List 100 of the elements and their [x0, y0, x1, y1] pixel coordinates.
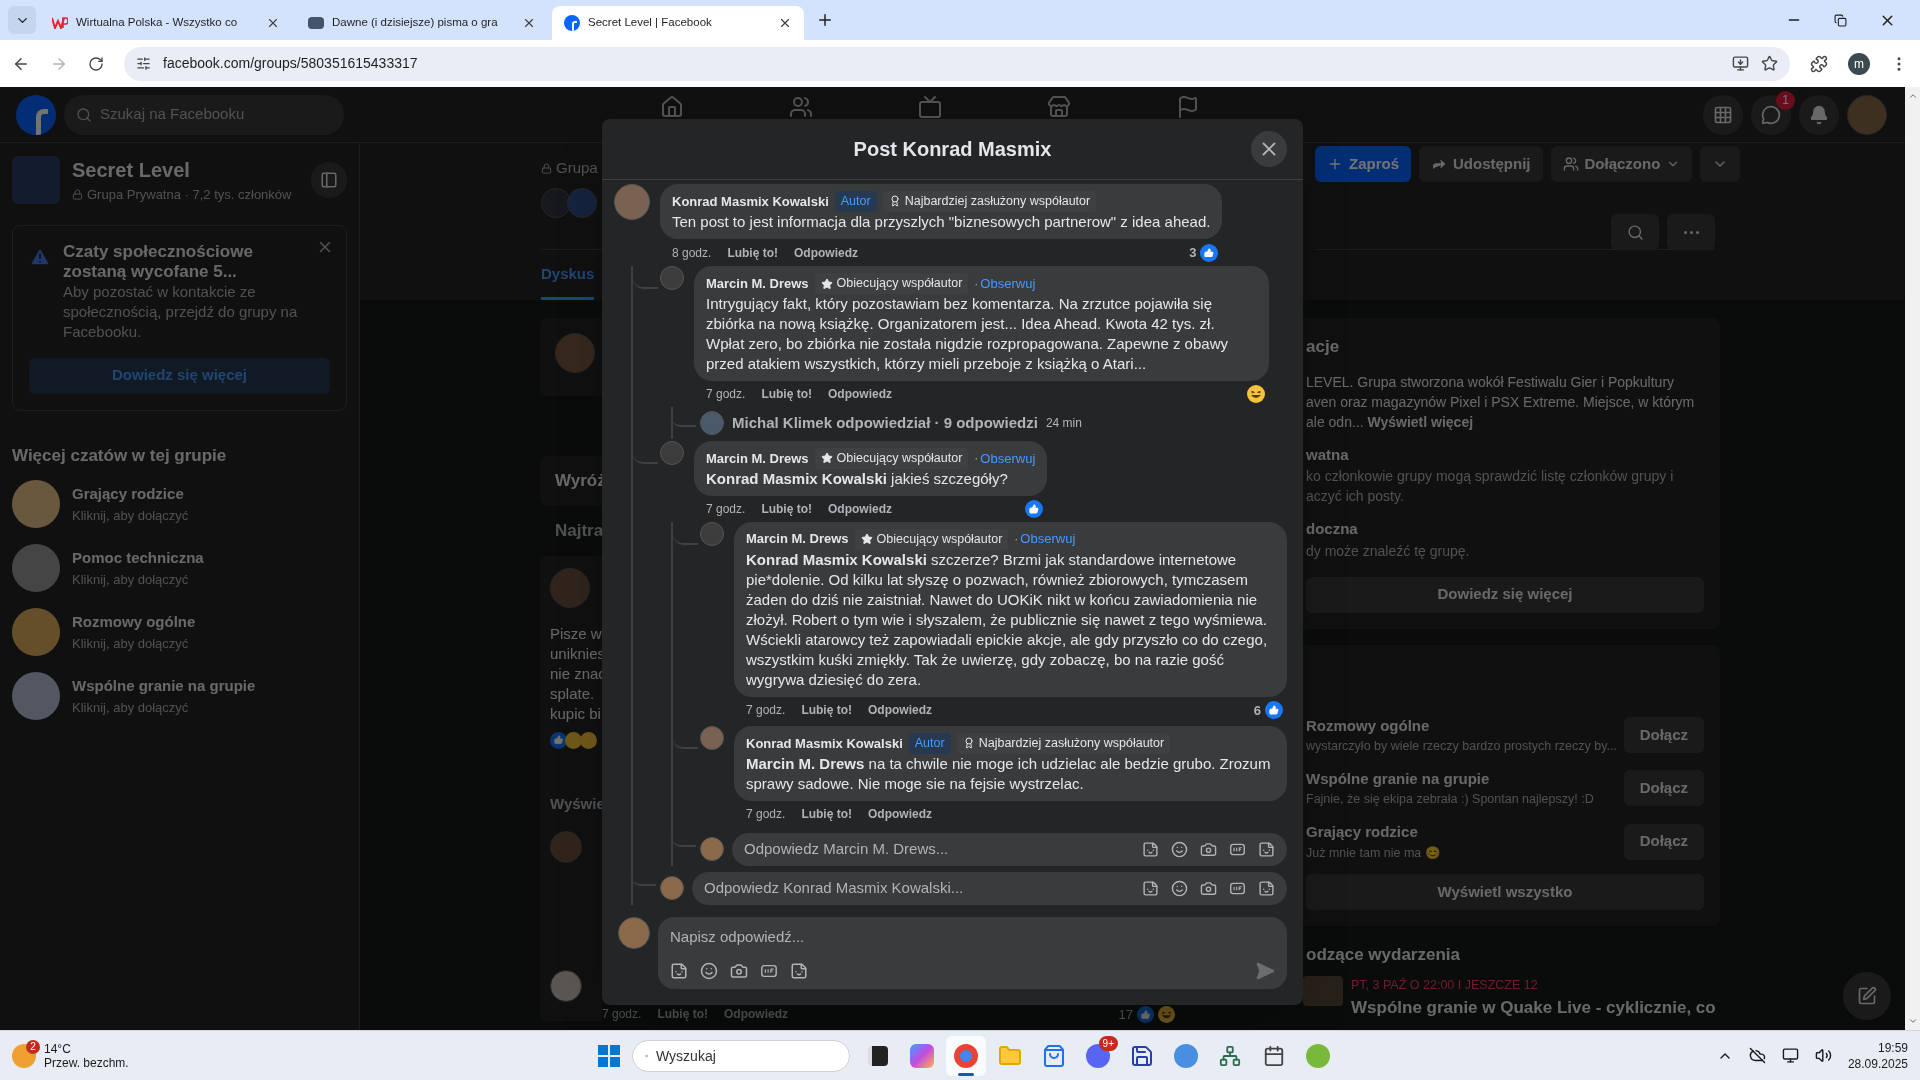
apps-menu-button[interactable]	[1703, 94, 1743, 135]
network-icon[interactable]	[1219, 1045, 1241, 1067]
search-box[interactable]: Wyszukaj	[632, 1040, 850, 1072]
join-button[interactable]: Dołącz	[1623, 770, 1704, 807]
profile-button[interactable]: m	[1848, 52, 1870, 75]
comment-author[interactable]: Marcin M. Drews	[706, 273, 809, 294]
reply-box[interactable]: Odpowiedz Marcin M. Drews...	[732, 832, 1287, 866]
windows-logo-icon[interactable]	[598, 1045, 620, 1067]
join-button[interactable]: Dołącz	[1623, 823, 1704, 860]
facebook-logo-icon[interactable]	[16, 94, 56, 135]
camera-icon[interactable]	[1200, 879, 1217, 897]
sticker-icon[interactable]	[790, 961, 808, 980]
restore-icon[interactable]	[1834, 13, 1847, 27]
collapse-sidebar-button[interactable]	[311, 161, 347, 198]
terminal-icon[interactable]	[868, 1046, 888, 1066]
like-link[interactable]: Lubię to!	[761, 385, 813, 403]
avatar-sticker-icon[interactable]	[670, 961, 688, 980]
store-bag-icon[interactable]	[1042, 1044, 1066, 1068]
join-button[interactable]: Dołącz	[1623, 717, 1704, 754]
volume-icon[interactable]	[1814, 1047, 1832, 1064]
browser-icon[interactable]	[954, 1044, 978, 1068]
reply-link[interactable]: Odpowiedz	[868, 804, 933, 823]
like-link[interactable]: Lubię to!	[801, 701, 853, 720]
taskbar-search-field[interactable]: Wyszukaj	[656, 1045, 837, 1067]
chat-item[interactable]: Rozmowy ogólne Kliknij, aby dołączyć	[12, 608, 347, 656]
comment-time[interactable]: 7 godz.	[602, 1005, 642, 1024]
group-action-button[interactable]: Dołączono	[1550, 146, 1693, 182]
group-action-button[interactable]: Zaproś	[1315, 146, 1411, 182]
extensions-icon[interactable]	[1810, 54, 1828, 73]
sort-label[interactable]: Najtra	[540, 518, 602, 544]
follow-link[interactable]: Obserwuj	[1020, 529, 1076, 549]
close-tab-icon[interactable]	[266, 16, 280, 30]
avatar-sticker-icon[interactable]	[1142, 840, 1159, 858]
browser-tab[interactable]: Wirtualna Polska - Wszystko co	[40, 6, 292, 40]
install-icon[interactable]	[1732, 55, 1749, 72]
reload-icon[interactable]	[88, 55, 104, 72]
like-link[interactable]: Lubię to!	[761, 499, 813, 518]
round-app-icon[interactable]	[1174, 1044, 1198, 1068]
reply-link[interactable]: Odpowiedz	[828, 499, 893, 518]
sticker-icon[interactable]	[1258, 840, 1275, 858]
reply-field[interactable]: Odpowiedz Konrad Masmix Kowalski...	[704, 877, 1130, 900]
close-tab-icon[interactable]	[522, 16, 536, 30]
display-icon[interactable]	[1781, 1047, 1799, 1064]
like-link[interactable]: Lubię to!	[801, 804, 853, 823]
chat-item[interactable]: Grający rodzice Kliknij, aby dołączyć	[12, 480, 347, 528]
address-bar[interactable]: facebook.com/groups/580351615433317	[124, 46, 1790, 81]
search-box[interactable]: Szukaj na Facebooku	[64, 94, 344, 135]
follow-link[interactable]: Obserwuj	[980, 273, 1036, 294]
replies-summary-link[interactable]: Michal Klimek odpowiedział · 9 odpowiedzi	[732, 411, 1038, 435]
browser-tab[interactable]: Dawne (i dzisiejsze) pisma o gra	[296, 6, 548, 40]
show-all-button[interactable]: Wyświetl wszystko	[1306, 874, 1704, 911]
new-message-button[interactable]	[1843, 972, 1891, 1020]
close-button[interactable]	[1251, 131, 1287, 167]
show-more-link[interactable]: Wyświe	[550, 792, 602, 815]
reply-link[interactable]: Odpowiedz	[794, 243, 859, 262]
comment-composer[interactable]: Napisz odpowiedź...	[670, 925, 1275, 949]
reply-link[interactable]: Odpowiedz	[828, 385, 893, 403]
chat-name[interactable]: Rozmowy ogólne	[1306, 714, 1624, 737]
comment-author[interactable]: Marcin M. Drews	[746, 529, 849, 549]
search-button[interactable]	[1611, 214, 1659, 250]
like-link[interactable]: Lubię to!	[657, 1005, 709, 1024]
search-field[interactable]: Szukaj na Facebooku	[100, 103, 332, 126]
reply-link[interactable]: Odpowiedz	[868, 701, 933, 720]
reply-box[interactable]: Odpowiedz Konrad Masmix Kowalski...	[692, 871, 1287, 905]
notifications-button[interactable]	[1799, 94, 1839, 135]
event-title[interactable]: Wspólne granie w Quake Live - cyklicznie, co	[1351, 994, 1716, 1020]
learn-more-button[interactable]: Dowiedz się więcej	[1306, 576, 1704, 613]
avatar-sticker-icon[interactable]	[1142, 879, 1159, 897]
comment-author[interactable]: Konrad Masmix Kowalski	[672, 191, 829, 212]
scroll-down-icon[interactable]	[1907, 1016, 1918, 1026]
emoji-icon[interactable]	[700, 961, 718, 980]
emoji-icon[interactable]	[1171, 840, 1188, 858]
close-tab-icon[interactable]	[778, 16, 792, 30]
chat-name[interactable]: Wspólne granie na grupie	[1306, 767, 1624, 791]
group-action-button[interactable]: Udostępnij	[1419, 146, 1543, 182]
clock[interactable]: 19:59 28.09.2025	[1847, 1039, 1908, 1072]
site-info-icon[interactable]	[136, 56, 151, 71]
follow-link[interactable]: Obserwuj	[980, 448, 1036, 469]
calendar-icon[interactable]	[1263, 1045, 1285, 1067]
swirl-app-icon[interactable]	[910, 1044, 934, 1068]
new-tab-icon[interactable]	[816, 11, 834, 29]
composer-box[interactable]: Napisz odpowiedź...	[658, 916, 1287, 989]
scroll-up-icon[interactable]	[1907, 91, 1918, 101]
comment-time[interactable]: 7 godz.	[706, 499, 746, 518]
like-link[interactable]: Lubię to!	[727, 243, 779, 262]
sticker-icon[interactable]	[1258, 879, 1275, 897]
chat-item[interactable]: Wspólne granie na grupie Kliknij, aby dołączyć	[12, 672, 347, 720]
camera-icon[interactable]	[1200, 840, 1217, 858]
chat-item[interactable]: Pomoc techniczna Kliknij, aby dołączyć	[12, 544, 347, 592]
camera-icon[interactable]	[730, 961, 748, 980]
comment-time[interactable]: 7 godz.	[706, 385, 746, 403]
group-name[interactable]: Secret Level	[72, 155, 299, 185]
comment-time[interactable]: 8 godz.	[672, 243, 712, 262]
reply-field[interactable]: Odpowiedz Marcin M. Drews...	[744, 838, 1130, 861]
comment-time[interactable]: 7 godz.	[746, 701, 786, 720]
cloud-off-icon[interactable]	[1748, 1047, 1766, 1064]
bookmark-icon[interactable]	[1761, 55, 1778, 72]
comment-author[interactable]: Konrad Masmix Kowalski	[746, 733, 903, 754]
chat-name[interactable]: Grający rodzice	[1306, 821, 1624, 844]
reply-link[interactable]: Odpowiedz	[724, 1005, 789, 1024]
